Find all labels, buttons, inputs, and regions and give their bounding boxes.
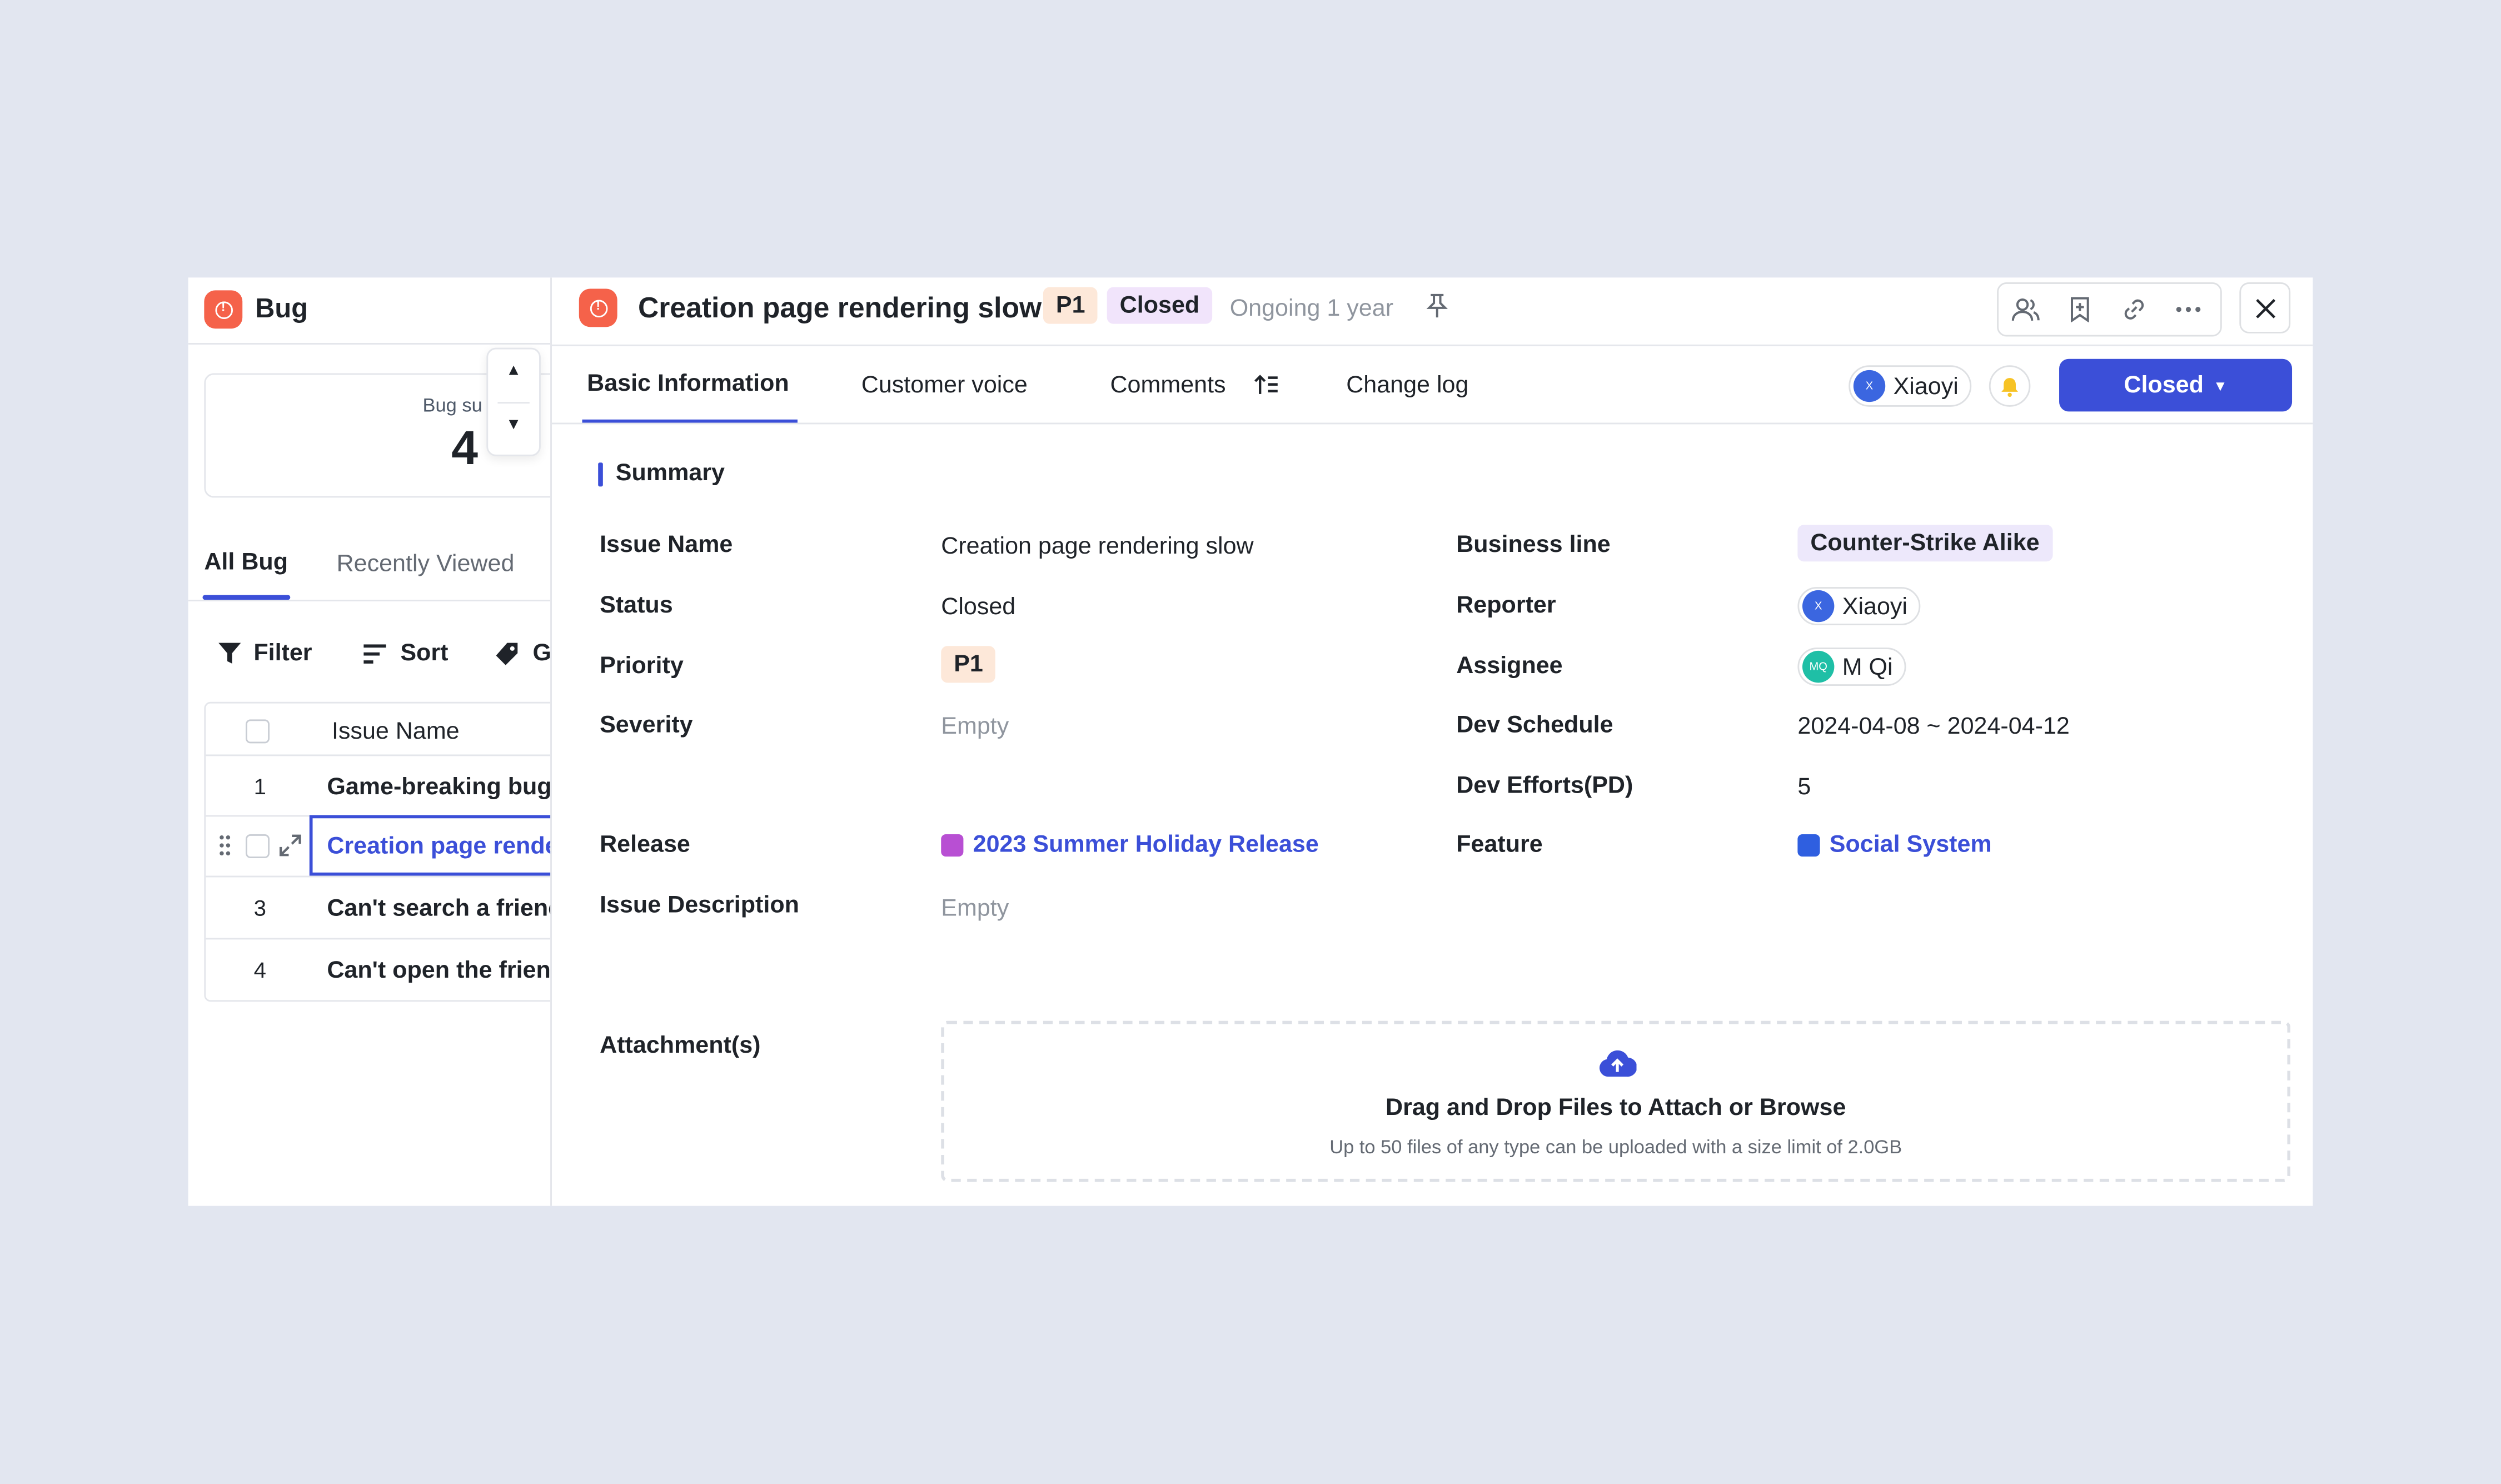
tab-change-log[interactable]: Change log [1346,372,1468,399]
field-label-issue-description: Issue Description [600,892,799,919]
arrow-up-icon[interactable]: ▲ [488,362,539,380]
group-button[interactable]: G [495,640,550,667]
field-label-reporter: Reporter [1456,591,1556,619]
issue-title: Creation page rendering slow [637,292,1042,324]
attachment-dropzone[interactable]: Drag and Drop Files to Attach or Browse … [941,1020,2291,1182]
tag-icon [496,642,518,665]
avatar: X [1853,370,1886,402]
header-toolbar [1997,282,2222,337]
bug-window: Bug Bug su 4 ▲ ▼ All Bug Recently Viewed [188,277,2313,1206]
release-color-icon [941,833,964,856]
sort-icon [363,644,386,663]
field-label-severity: Severity [600,711,693,739]
owner-chip[interactable]: X Xiaoyi [1849,365,1971,407]
selected-cell[interactable]: Creation page rende [309,815,551,876]
card-stepper: ▲ ▼ [486,347,541,456]
field-label-assignee: Assignee [1456,652,1563,680]
card-count: 4 [451,422,479,476]
tab-comments[interactable]: Comments [1110,372,1225,399]
field-label-priority: Priority [600,652,684,680]
release-value[interactable]: 2023 Summer Holiday Release [941,831,1319,858]
ongoing-duration: Ongoing 1 year [1229,295,1394,322]
arrow-down-icon[interactable]: ▼ [488,416,539,434]
more-button[interactable] [2161,284,2216,335]
tab-all-bug[interactable]: All Bug [204,549,288,576]
more-icon [2176,307,2201,312]
field-label-dev-schedule: Dev Schedule [1456,711,1613,739]
field-label-issue-name: Issue Name [600,531,733,559]
dropzone-hint: Up to 50 files of any type can be upload… [1329,1136,1902,1158]
feature-color-icon [1797,833,1820,856]
close-icon [2255,298,2275,318]
tab-basic-information[interactable]: Basic Information [587,370,789,397]
priority-value[interactable]: P1 [941,646,996,683]
table-row[interactable]: 1 Game-breaking bug [206,754,551,816]
cloud-upload-icon [1598,1047,1637,1087]
tab-recently-viewed[interactable]: Recently Viewed [337,550,515,577]
filter-button[interactable]: Filter [217,640,312,667]
status-value[interactable]: Closed [941,594,1015,621]
field-label-attachments: Attachment(s) [600,1032,761,1059]
field-label-dev-efforts: Dev Efforts(PD) [1456,772,1633,799]
members-icon [2011,298,2040,321]
notification-button[interactable] [1989,365,2031,407]
severity-value[interactable]: Empty [941,713,1009,740]
field-label-release: Release [600,831,690,859]
drag-handle-icon[interactable] [218,834,231,856]
status-tag: Closed [1107,287,1213,324]
bookmark-icon [2070,297,2089,322]
members-button[interactable] [1999,284,2053,335]
field-label-business-line: Business line [1456,531,1611,559]
dev-efforts-value[interactable]: 5 [1797,774,1811,801]
select-all-checkbox[interactable] [245,719,270,744]
bookmark-button[interactable] [2053,284,2108,335]
dev-schedule-value[interactable]: 2024-04-08 ~ 2024-04-12 [1797,713,2069,740]
field-label-feature: Feature [1456,831,1543,859]
dropzone-title: Drag and Drop Files to Attach or Browse [1386,1094,1846,1122]
card-label: Bug su [422,394,482,417]
link-icon [2124,299,2144,320]
issue-name-value[interactable]: Creation page rendering slow [941,533,1253,560]
active-tab-indicator [202,595,291,600]
business-line-value[interactable]: Counter-Strike Alike [1797,525,2052,562]
avatar: MQ [1802,650,1835,683]
issue-description-value[interactable]: Empty [941,895,1009,922]
section-marker [598,462,603,487]
bug-icon [204,290,243,329]
link-button[interactable] [2107,284,2161,335]
filter-icon [218,643,241,664]
row-checkbox[interactable] [245,834,270,859]
expand-icon[interactable] [279,834,301,865]
bug-table: Issue Name 1 Game-breaking bug Creation … [204,701,551,1002]
caret-down-icon: ▼ [2213,377,2228,394]
feature-value[interactable]: Social System [1797,831,1992,858]
sort-order-icon[interactable] [1254,374,1279,404]
bug-icon [579,288,617,327]
reporter-value[interactable]: X Xiaoyi [1797,587,1920,626]
bell-icon [2001,377,2018,396]
avatar: X [1802,590,1835,623]
priority-tag: P1 [1043,287,1098,324]
table-row[interactable]: 3 Can't search a frienc [206,875,551,938]
assignee-value[interactable]: MQ M Qi [1797,648,1906,686]
table-row-selected[interactable]: Creation page rende [206,815,551,878]
section-title: Summary [615,459,725,487]
bug-list-panel: Bug Bug su 4 ▲ ▼ All Bug Recently Viewed [188,277,552,1206]
tab-customer-voice[interactable]: Customer voice [861,372,1028,399]
close-button[interactable] [2239,282,2291,333]
status-dropdown-button[interactable]: Closed ▼ [2059,358,2293,412]
sort-button[interactable]: Sort [362,640,448,667]
field-label-status: Status [600,591,673,619]
issue-detail-panel: Creation page rendering slow P1 Closed O… [551,277,2313,1206]
list-title: Bug [255,293,308,324]
pin-icon[interactable] [1426,293,1448,327]
column-header-issue-name: Issue Name [331,718,460,745]
divider [188,343,551,345]
table-row[interactable]: 4 Can't open the frien [206,938,551,1000]
